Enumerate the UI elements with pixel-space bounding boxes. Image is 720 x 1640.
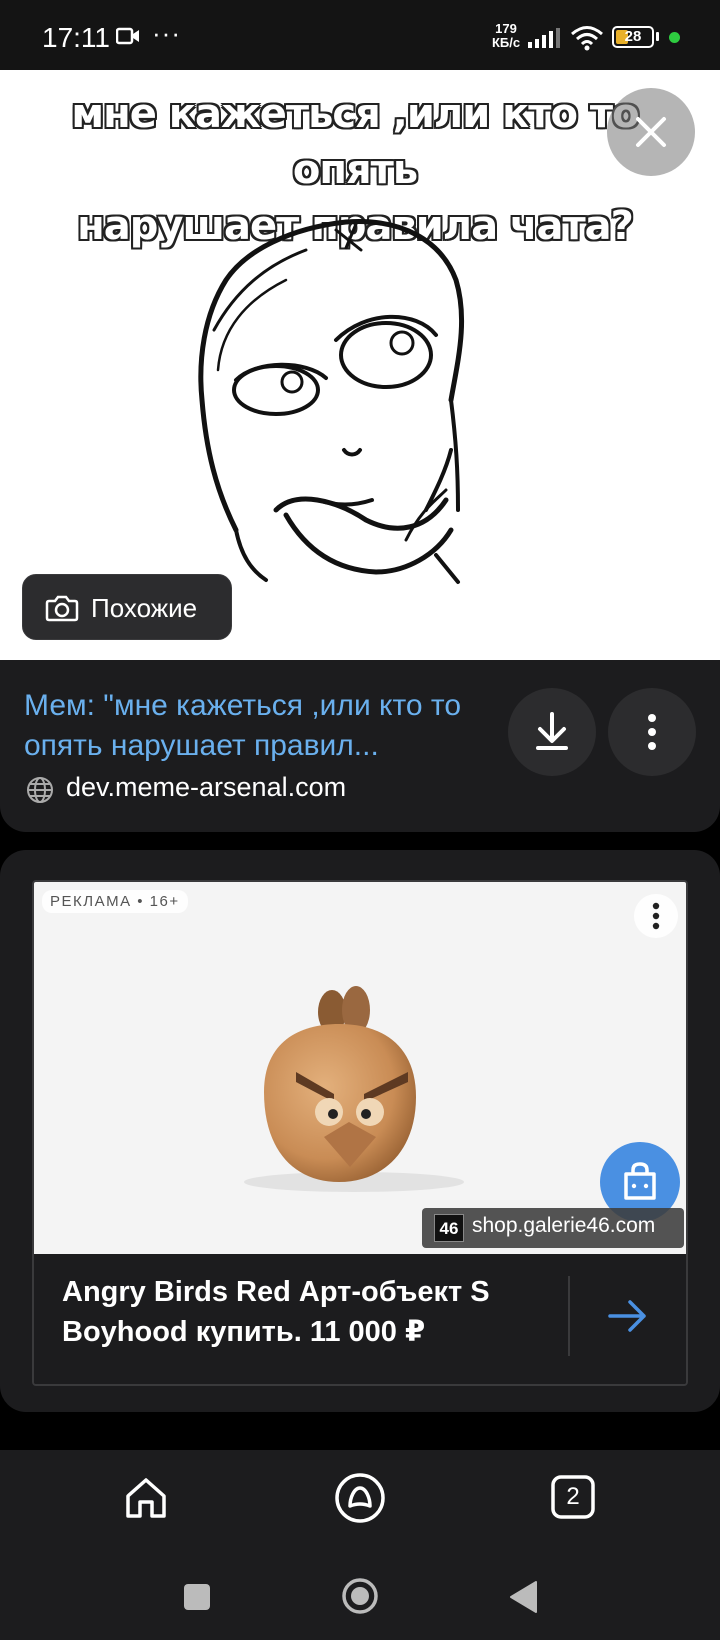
ad-text-area[interactable]: Angry Birds Red Арт-объект S Boyhood куп… [34,1254,686,1384]
vertical-dots-icon [648,714,656,750]
home-button[interactable] [122,1474,170,1527]
shop-domain: shop.galerie46.com [472,1214,656,1237]
globe-icon [27,777,53,803]
ad-separator [568,1276,570,1356]
square-icon [184,1584,210,1610]
privacy-indicator-dot [669,32,680,43]
source-title-link[interactable]: Мем: "мне кажеться ,или кто то опять нар… [24,686,474,766]
ad-product-image[interactable]: РЕКЛАМА • 16+ 46 shop.galerie46.com [34,882,686,1254]
image-source-card: Мем: "мне кажеться ,или кто то опять нар… [0,660,720,832]
source-domain[interactable]: dev.meme-arsenal.com [66,772,346,803]
more-dots-icon: ··· [152,18,181,48]
similar-images-label: Похожие [91,593,198,623]
battery-icon: 28 [612,26,654,48]
wooden-bird-figurine [244,986,464,1192]
vertical-dots-icon [652,902,660,930]
ad-title[interactable]: Angry Birds Red Арт-объект S Boyhood куп… [62,1272,522,1352]
thinking-face-drawing [198,219,465,584]
more-options-button[interactable] [608,688,696,776]
close-button[interactable] [607,88,695,176]
tabs-button[interactable]: 2 [550,1474,596,1520]
shop-domain-badge[interactable]: 46 shop.galerie46.com [422,1208,684,1248]
back-triangle-icon [510,1581,537,1613]
home-icon [126,1478,166,1518]
system-navigation-bar [0,1560,720,1640]
ad-label: РЕКЛАМА • 16+ [42,890,188,913]
system-back-button[interactable] [508,1580,538,1619]
close-icon [636,117,666,147]
recents-button[interactable] [182,1582,212,1617]
shop-logo: 46 [434,1214,464,1242]
download-icon [536,712,568,750]
ad-card: РЕКЛАМА • 16+ 46 shop.galerie46.com Angr… [0,850,720,1412]
tabs-count: 2 [566,1483,580,1510]
wifi-icon [570,25,604,56]
network-speed: 179 КБ/с [491,21,521,50]
system-home-button[interactable] [340,1576,380,1621]
video-camera-icon [115,27,140,50]
battery-cap [656,32,659,41]
download-button[interactable] [508,688,596,776]
status-bar: 17:11 ··· 179 КБ/с 28 [0,0,720,70]
alice-assistant-button[interactable] [334,1472,386,1529]
signal-icon [528,28,562,53]
meme-image[interactable]: мне кажеться ,или кто то опять нарушает … [0,70,720,660]
arrow-right-icon[interactable] [606,1296,650,1336]
ad-banner[interactable]: РЕКЛАМА • 16+ 46 shop.galerie46.com Angr… [32,880,688,1386]
status-time: 17:11 [42,22,110,53]
camera-search-icon [45,595,79,622]
similar-images-button[interactable]: Похожие [22,574,232,640]
alice-icon [335,1473,385,1523]
ad-options-button[interactable] [634,894,678,938]
browser-bottom-bar: 2 [0,1450,720,1560]
circle-home-icon [342,1578,378,1614]
